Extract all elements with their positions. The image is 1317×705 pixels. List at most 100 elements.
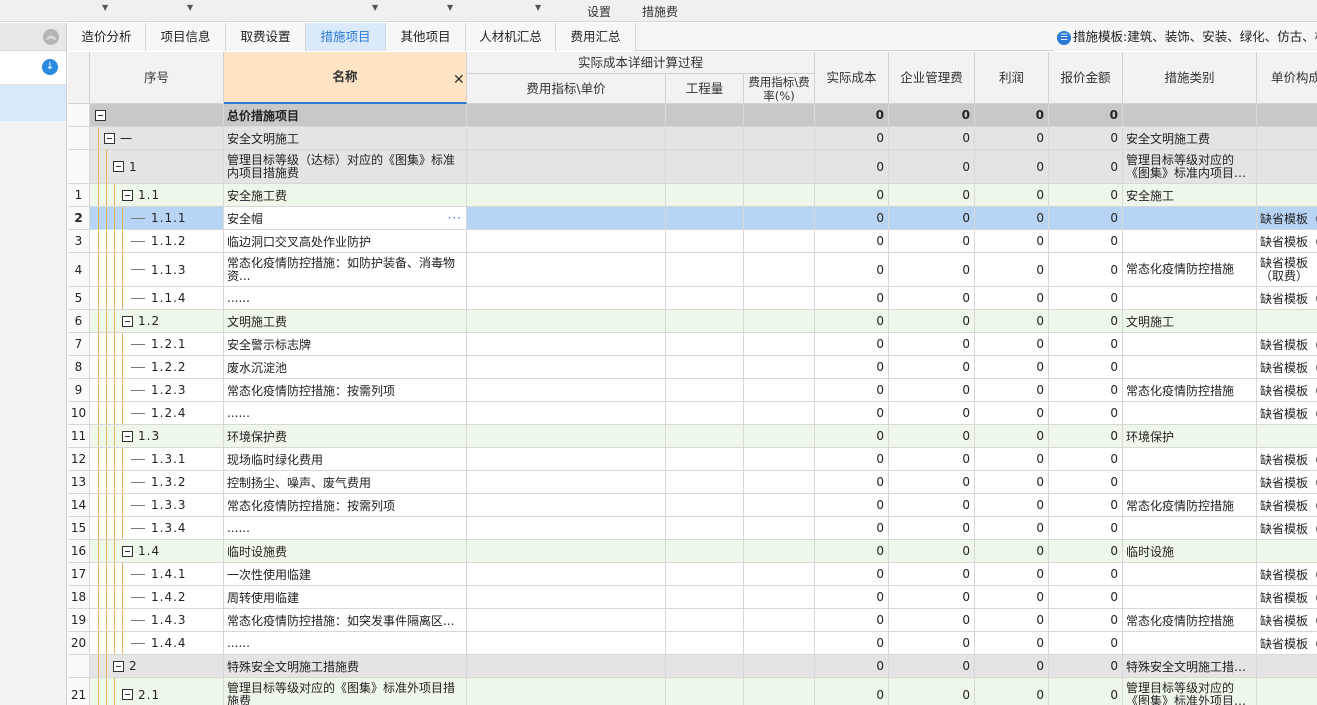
row-qty[interactable]: [666, 609, 744, 632]
row-code[interactable]: 1.3: [90, 425, 224, 448]
row-quote[interactable]: 0: [1049, 379, 1123, 402]
row-fee[interactable]: [467, 540, 666, 563]
row-number[interactable]: 4: [68, 253, 90, 287]
row-name[interactable]: 常态化疫情防控措施：按需列项: [224, 494, 467, 517]
row-quote[interactable]: 0: [1049, 230, 1123, 253]
row-rate[interactable]: [744, 540, 815, 563]
row-profit[interactable]: 0: [975, 586, 1049, 609]
row-category[interactable]: 常态化疫情防控措施: [1123, 609, 1257, 632]
table-row[interactable]: 4 1.1.3 常态化疫情防控措施：如防护装备、消毒物资... 0 0 0 0 常态化疫情防控…: [68, 253, 1317, 287]
row-number[interactable]: 18: [68, 586, 90, 609]
row-number[interactable]: 10: [68, 402, 90, 425]
row-cost[interactable]: 0: [815, 563, 889, 586]
row-code[interactable]: 1.3.1: [90, 448, 224, 471]
dropdown-arrow-icon[interactable]: ▼: [372, 3, 378, 12]
row-mgmt[interactable]: 0: [889, 127, 975, 150]
row-qty[interactable]: [666, 333, 744, 356]
dropdown-arrow-icon[interactable]: ▼: [187, 3, 193, 12]
header-profit[interactable]: 利润: [975, 52, 1049, 104]
row-profit[interactable]: 0: [975, 150, 1049, 184]
row-number[interactable]: [68, 150, 90, 184]
row-category[interactable]: 特殊安全文明施工措…: [1123, 655, 1257, 678]
row-rate[interactable]: [744, 425, 815, 448]
table-row[interactable]: 17 1.4.1 一次性使用临建 0 0 0 0 缺省模板（: [68, 563, 1317, 586]
row-mgmt[interactable]: 0: [889, 471, 975, 494]
row-number[interactable]: 12: [68, 448, 90, 471]
row-code[interactable]: 1.3.3: [90, 494, 224, 517]
row-number[interactable]: 9: [68, 379, 90, 402]
row-qty[interactable]: [666, 655, 744, 678]
row-quote[interactable]: 0: [1049, 287, 1123, 310]
row-fee[interactable]: [467, 104, 666, 127]
measures-fee-menu[interactable]: 措施费: [642, 3, 678, 20]
row-cost[interactable]: 0: [815, 379, 889, 402]
row-qty[interactable]: [666, 678, 744, 705]
row-category[interactable]: 常态化疫情防控措施: [1123, 379, 1257, 402]
row-fee[interactable]: [467, 448, 666, 471]
row-code[interactable]: 1.3.4: [90, 517, 224, 540]
row-number[interactable]: 21: [68, 678, 90, 705]
row-name[interactable]: 安全文明施工: [224, 127, 467, 150]
row-cost[interactable]: 0: [815, 253, 889, 287]
row-category[interactable]: 管理目标等级对应的《图集》标准内项目…: [1123, 150, 1257, 184]
collapse-toggle-icon[interactable]: [104, 132, 115, 144]
row-category[interactable]: [1123, 287, 1257, 310]
row-fee[interactable]: [467, 586, 666, 609]
row-code[interactable]: 1.4.2: [90, 586, 224, 609]
sidebar-selected-item[interactable]: [0, 85, 66, 121]
tab-measures[interactable]: 措施项目: [306, 23, 386, 51]
row-qty[interactable]: [666, 287, 744, 310]
row-unit-price[interactable]: 缺省模板（: [1257, 586, 1317, 609]
row-cost[interactable]: 0: [815, 356, 889, 379]
row-cost[interactable]: 0: [815, 287, 889, 310]
row-rate[interactable]: [744, 609, 815, 632]
row-unit-price[interactable]: [1257, 150, 1317, 184]
row-quote[interactable]: 0: [1049, 425, 1123, 448]
row-unit-price[interactable]: 缺省模板（: [1257, 609, 1317, 632]
row-rate[interactable]: [744, 287, 815, 310]
row-category[interactable]: 安全文明施工费: [1123, 127, 1257, 150]
row-unit-price[interactable]: [1257, 678, 1317, 705]
row-qty[interactable]: [666, 494, 744, 517]
row-mgmt[interactable]: 0: [889, 287, 975, 310]
table-row[interactable]: 2 1.1.1 安全帽 ··· 0 0 0 0 缺省模板（: [68, 207, 1317, 230]
row-code[interactable]: 1.4: [90, 540, 224, 563]
row-mgmt[interactable]: 0: [889, 184, 975, 207]
row-number[interactable]: 17: [68, 563, 90, 586]
row-cost[interactable]: 0: [815, 586, 889, 609]
table-row[interactable]: 12 1.3.1 现场临时绿化费用 0 0 0 0 缺省模板（: [68, 448, 1317, 471]
row-quote[interactable]: 0: [1049, 517, 1123, 540]
row-quote[interactable]: 0: [1049, 471, 1123, 494]
row-quote[interactable]: 0: [1049, 678, 1123, 705]
row-cost[interactable]: 0: [815, 448, 889, 471]
row-quote[interactable]: 0: [1049, 563, 1123, 586]
row-quote[interactable]: 0: [1049, 150, 1123, 184]
row-mgmt[interactable]: 0: [889, 678, 975, 705]
row-profit[interactable]: 0: [975, 333, 1049, 356]
row-name[interactable]: 现场临时绿化费用: [224, 448, 467, 471]
row-cost[interactable]: 0: [815, 127, 889, 150]
row-qty[interactable]: [666, 356, 744, 379]
tab-labor-material[interactable]: 人材机汇总: [466, 23, 556, 51]
row-code[interactable]: 1.1.1: [90, 207, 224, 230]
row-qty[interactable]: [666, 540, 744, 563]
row-fee[interactable]: [467, 184, 666, 207]
row-fee[interactable]: [467, 207, 666, 230]
row-code[interactable]: 1.2.4: [90, 402, 224, 425]
tab-cost-analysis[interactable]: 造价分析: [68, 23, 146, 51]
row-code[interactable]: [90, 104, 224, 127]
row-rate[interactable]: [744, 632, 815, 655]
row-qty[interactable]: [666, 127, 744, 150]
row-mgmt[interactable]: 0: [889, 379, 975, 402]
row-profit[interactable]: 0: [975, 310, 1049, 333]
row-rate[interactable]: [744, 471, 815, 494]
row-profit[interactable]: 0: [975, 184, 1049, 207]
row-fee[interactable]: [467, 563, 666, 586]
row-category[interactable]: [1123, 563, 1257, 586]
header-actual-cost[interactable]: 实际成本: [815, 52, 889, 104]
row-rate[interactable]: [744, 586, 815, 609]
row-cost[interactable]: 0: [815, 207, 889, 230]
row-profit[interactable]: 0: [975, 356, 1049, 379]
row-fee[interactable]: [467, 471, 666, 494]
row-rate[interactable]: [744, 230, 815, 253]
